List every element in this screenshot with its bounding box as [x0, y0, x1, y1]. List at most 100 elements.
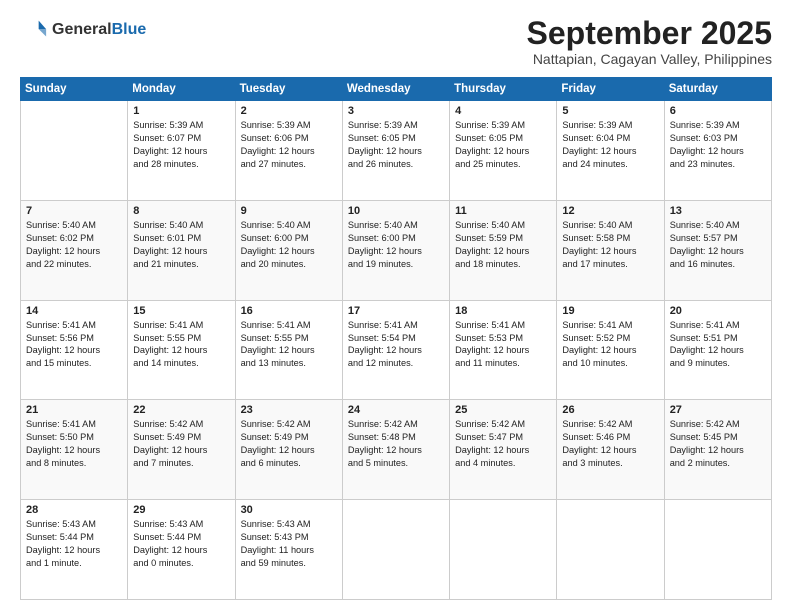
col-saturday: Saturday — [664, 78, 771, 101]
day-content: Sunrise: 5:42 AM Sunset: 5:49 PM Dayligh… — [241, 418, 337, 470]
table-row: 21 Sunrise: 5:41 AM Sunset: 5:50 PM Dayli… — [21, 400, 772, 500]
day-number: 4 — [455, 105, 551, 117]
table-cell: 19 Sunrise: 5:41 AM Sunset: 5:52 PM Dayli… — [557, 300, 664, 400]
day-number: 10 — [348, 205, 444, 217]
logo-general: General — [52, 21, 112, 38]
day-number: 21 — [26, 404, 122, 416]
day-number: 8 — [133, 205, 229, 217]
logo-icon — [20, 16, 48, 44]
table-cell: 21 Sunrise: 5:41 AM Sunset: 5:50 PM Dayli… — [21, 400, 128, 500]
col-tuesday: Tuesday — [235, 78, 342, 101]
logo-blue: Blue — [112, 21, 147, 38]
day-content: Sunrise: 5:39 AM Sunset: 6:05 PM Dayligh… — [348, 119, 444, 171]
day-content: Sunrise: 5:39 AM Sunset: 6:04 PM Dayligh… — [562, 119, 658, 171]
col-wednesday: Wednesday — [342, 78, 449, 101]
day-number: 19 — [562, 305, 658, 317]
location: Nattapian, Cagayan Valley, Philippines — [527, 51, 772, 67]
logo-text: GeneralBlue — [52, 21, 146, 39]
day-content: Sunrise: 5:41 AM Sunset: 5:56 PM Dayligh… — [26, 319, 122, 371]
day-content: Sunrise: 5:39 AM Sunset: 6:05 PM Dayligh… — [455, 119, 551, 171]
table-cell — [450, 500, 557, 600]
day-content: Sunrise: 5:41 AM Sunset: 5:52 PM Dayligh… — [562, 319, 658, 371]
day-number: 28 — [26, 504, 122, 516]
table-cell: 5 Sunrise: 5:39 AM Sunset: 6:04 PM Daylig… — [557, 101, 664, 201]
day-number: 14 — [26, 305, 122, 317]
day-number: 22 — [133, 404, 229, 416]
table-cell: 25 Sunrise: 5:42 AM Sunset: 5:47 PM Dayli… — [450, 400, 557, 500]
table-cell — [21, 101, 128, 201]
header-row: Sunday Monday Tuesday Wednesday Thursday… — [21, 78, 772, 101]
day-content: Sunrise: 5:40 AM Sunset: 5:58 PM Dayligh… — [562, 219, 658, 271]
day-number: 17 — [348, 305, 444, 317]
day-number: 27 — [670, 404, 766, 416]
table-cell: 9 Sunrise: 5:40 AM Sunset: 6:00 PM Daylig… — [235, 200, 342, 300]
day-content: Sunrise: 5:40 AM Sunset: 6:02 PM Dayligh… — [26, 219, 122, 271]
table-cell: 12 Sunrise: 5:40 AM Sunset: 5:58 PM Dayli… — [557, 200, 664, 300]
table-cell: 29 Sunrise: 5:43 AM Sunset: 5:44 PM Dayli… — [128, 500, 235, 600]
table-cell: 16 Sunrise: 5:41 AM Sunset: 5:55 PM Dayli… — [235, 300, 342, 400]
day-number: 13 — [670, 205, 766, 217]
day-number: 12 — [562, 205, 658, 217]
table-cell: 6 Sunrise: 5:39 AM Sunset: 6:03 PM Daylig… — [664, 101, 771, 201]
day-content: Sunrise: 5:42 AM Sunset: 5:49 PM Dayligh… — [133, 418, 229, 470]
table-row: 14 Sunrise: 5:41 AM Sunset: 5:56 PM Dayli… — [21, 300, 772, 400]
day-number: 11 — [455, 205, 551, 217]
title-block: September 2025 Nattapian, Cagayan Valley… — [527, 16, 772, 67]
month-title: September 2025 — [527, 16, 772, 51]
day-number: 26 — [562, 404, 658, 416]
day-number: 20 — [670, 305, 766, 317]
table-cell: 7Sunrise: 5:40 AM Sunset: 6:02 PM Daylig… — [21, 200, 128, 300]
day-number: 16 — [241, 305, 337, 317]
table-cell: 2Sunrise: 5:39 AM Sunset: 6:06 PM Daylig… — [235, 101, 342, 201]
table-cell: 8 Sunrise: 5:40 AM Sunset: 6:01 PM Daylig… — [128, 200, 235, 300]
day-number: 3 — [348, 105, 444, 117]
table-row: 1Sunrise: 5:39 AM Sunset: 6:07 PM Daylig… — [21, 101, 772, 201]
day-number: 9 — [241, 205, 337, 217]
day-content: Sunrise: 5:40 AM Sunset: 6:01 PM Dayligh… — [133, 219, 229, 271]
table-cell: 1Sunrise: 5:39 AM Sunset: 6:07 PM Daylig… — [128, 101, 235, 201]
table-cell: 27 Sunrise: 5:42 AM Sunset: 5:45 PM Dayli… — [664, 400, 771, 500]
logo: GeneralBlue — [20, 16, 146, 44]
day-content: Sunrise: 5:39 AM Sunset: 6:06 PM Dayligh… — [241, 119, 337, 171]
table-row: 7Sunrise: 5:40 AM Sunset: 6:02 PM Daylig… — [21, 200, 772, 300]
day-content: Sunrise: 5:40 AM Sunset: 5:59 PM Dayligh… — [455, 219, 551, 271]
day-content: Sunrise: 5:42 AM Sunset: 5:48 PM Dayligh… — [348, 418, 444, 470]
header: GeneralBlue September 2025 Nattapian, Ca… — [20, 16, 772, 67]
day-number: 5 — [562, 105, 658, 117]
day-number: 6 — [670, 105, 766, 117]
day-content: Sunrise: 5:41 AM Sunset: 5:51 PM Dayligh… — [670, 319, 766, 371]
table-cell — [342, 500, 449, 600]
day-content: Sunrise: 5:41 AM Sunset: 5:55 PM Dayligh… — [241, 319, 337, 371]
day-number: 25 — [455, 404, 551, 416]
day-number: 24 — [348, 404, 444, 416]
day-number: 15 — [133, 305, 229, 317]
table-cell: 30Sunrise: 5:43 AM Sunset: 5:43 PM Dayli… — [235, 500, 342, 600]
table-cell: 11 Sunrise: 5:40 AM Sunset: 5:59 PM Dayli… — [450, 200, 557, 300]
table-cell: 4 Sunrise: 5:39 AM Sunset: 6:05 PM Daylig… — [450, 101, 557, 201]
day-content: Sunrise: 5:42 AM Sunset: 5:47 PM Dayligh… — [455, 418, 551, 470]
table-row: 28 Sunrise: 5:43 AM Sunset: 5:44 PM Dayli… — [21, 500, 772, 600]
day-content: Sunrise: 5:40 AM Sunset: 6:00 PM Dayligh… — [241, 219, 337, 271]
day-content: Sunrise: 5:41 AM Sunset: 5:55 PM Dayligh… — [133, 319, 229, 371]
table-cell: 20 Sunrise: 5:41 AM Sunset: 5:51 PM Dayli… — [664, 300, 771, 400]
day-content: Sunrise: 5:43 AM Sunset: 5:44 PM Dayligh… — [133, 518, 229, 570]
table-cell: 23Sunrise: 5:42 AM Sunset: 5:49 PM Dayli… — [235, 400, 342, 500]
table-cell: 22 Sunrise: 5:42 AM Sunset: 5:49 PM Dayli… — [128, 400, 235, 500]
day-number: 18 — [455, 305, 551, 317]
table-cell: 13Sunrise: 5:40 AM Sunset: 5:57 PM Dayli… — [664, 200, 771, 300]
table-cell: 17Sunrise: 5:41 AM Sunset: 5:54 PM Dayli… — [342, 300, 449, 400]
calendar-table: Sunday Monday Tuesday Wednesday Thursday… — [20, 77, 772, 600]
table-cell: 14 Sunrise: 5:41 AM Sunset: 5:56 PM Dayli… — [21, 300, 128, 400]
day-number: 29 — [133, 504, 229, 516]
day-content: Sunrise: 5:43 AM Sunset: 5:43 PM Dayligh… — [241, 518, 337, 570]
day-content: Sunrise: 5:43 AM Sunset: 5:44 PM Dayligh… — [26, 518, 122, 570]
day-content: Sunrise: 5:42 AM Sunset: 5:45 PM Dayligh… — [670, 418, 766, 470]
day-content: Sunrise: 5:41 AM Sunset: 5:53 PM Dayligh… — [455, 319, 551, 371]
table-cell: 26Sunrise: 5:42 AM Sunset: 5:46 PM Dayli… — [557, 400, 664, 500]
calendar-page: GeneralBlue September 2025 Nattapian, Ca… — [0, 0, 792, 612]
day-content: Sunrise: 5:41 AM Sunset: 5:50 PM Dayligh… — [26, 418, 122, 470]
day-content: Sunrise: 5:39 AM Sunset: 6:03 PM Dayligh… — [670, 119, 766, 171]
col-monday: Monday — [128, 78, 235, 101]
table-cell — [664, 500, 771, 600]
table-cell: 3 Sunrise: 5:39 AM Sunset: 6:05 PM Daylig… — [342, 101, 449, 201]
